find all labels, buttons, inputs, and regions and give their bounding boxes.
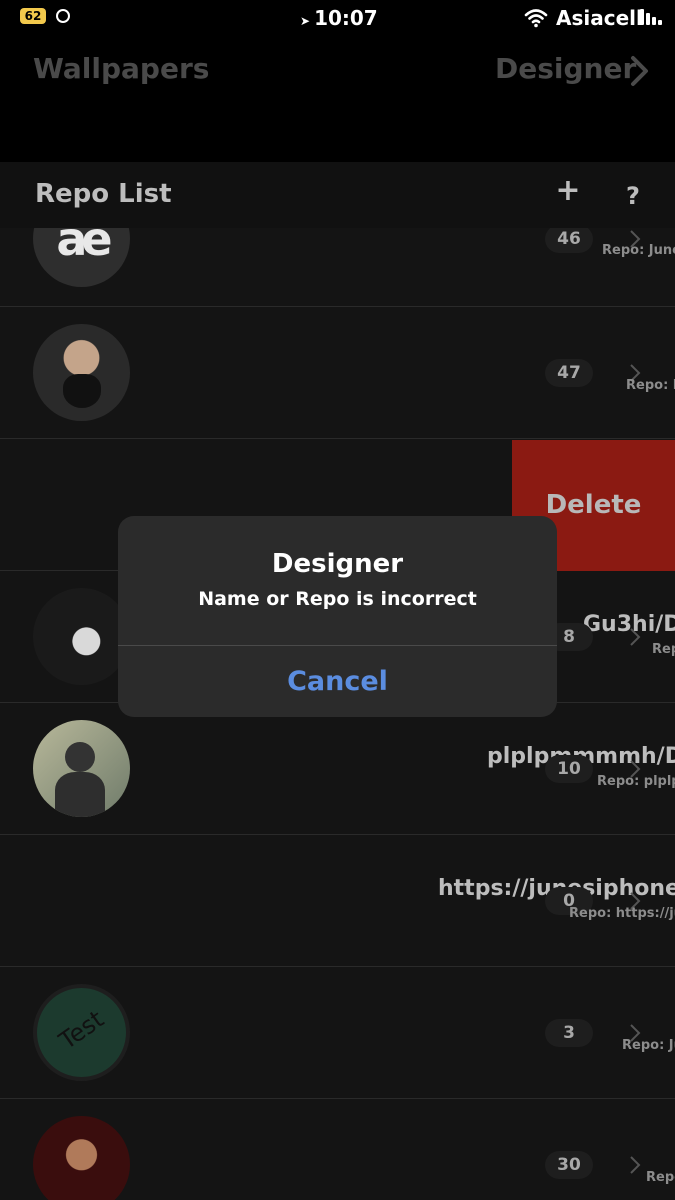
- chevron-right-icon[interactable]: [626, 54, 652, 88]
- signal-icon: [640, 9, 662, 25]
- count-badge: 30: [545, 1151, 593, 1179]
- status-bar: 62 ➤ 10:07 Asiacell: [0, 0, 675, 36]
- count-badge: 47: [545, 359, 593, 387]
- avatar: [33, 1116, 130, 1200]
- repo-url-text: Repo: [652, 642, 675, 657]
- rotation-lock-icon: [56, 9, 70, 23]
- cancel-button[interactable]: Cancel: [118, 646, 557, 717]
- help-button[interactable]: ?: [620, 182, 646, 212]
- repo-list-title: Repo List: [35, 179, 172, 209]
- avatar-test-text: Test: [54, 1004, 109, 1056]
- carrier-name: Asiacell: [556, 6, 643, 30]
- dialog-message: Name or Repo is incorrect: [198, 588, 477, 610]
- wifi-icon: [524, 9, 548, 28]
- repo-url-text: Repo: plplpr: [597, 774, 675, 789]
- add-repo-button[interactable]: +: [553, 176, 583, 206]
- repo-list-bar: Repo List + ?: [0, 162, 675, 228]
- repo-url-text: Repo: Er: [626, 378, 675, 393]
- list-item[interactable]: ae 46 Repo: Junes: [0, 228, 675, 307]
- alert-dialog: Designer Name or Repo is incorrect Cance…: [118, 516, 557, 717]
- location-arrow-icon: ➤: [300, 14, 311, 28]
- chevron-right-icon: [630, 1156, 641, 1174]
- repo-url-text: Repo: https://jur: [569, 906, 675, 921]
- avatar: [33, 588, 130, 685]
- count-badge: 10: [545, 755, 593, 783]
- repo-url-text: Repo: Junes: [602, 243, 675, 258]
- battery-indicator: 62: [20, 8, 46, 24]
- chevron-right-icon: [630, 628, 641, 646]
- dialog-title: Designer: [271, 549, 404, 579]
- list-item[interactable]: 30 Repo: [0, 1100, 675, 1200]
- clock-text: 10:07: [314, 6, 378, 30]
- avatar: Test: [33, 984, 130, 1081]
- wallpapers-back-button[interactable]: Wallpapers: [33, 52, 209, 85]
- repo-url-text: Repo: Ju: [622, 1038, 675, 1053]
- list-item[interactable]: 47 Repo: Er: [0, 308, 675, 439]
- list-item[interactable]: plplpmmmmh/D 10 Repo: plplpr: [0, 704, 675, 835]
- repo-url-text: Repo: [646, 1170, 675, 1185]
- count-badge: 46: [545, 228, 593, 253]
- list-item[interactable]: Test 3 Repo: Ju: [0, 968, 675, 1099]
- avatar: [33, 720, 130, 817]
- designer-nav-button[interactable]: Designer: [495, 52, 636, 85]
- nav-header: Wallpapers Designer: [0, 36, 675, 162]
- clock: ➤ 10:07: [300, 6, 378, 30]
- avatar: ae: [33, 228, 130, 287]
- avatar: [33, 324, 130, 421]
- count-badge: 3: [545, 1019, 593, 1047]
- avatar-logo-text: ae: [56, 228, 112, 266]
- list-item[interactable]: https://junesiphone.c 0 Repo: https://ju…: [0, 836, 675, 967]
